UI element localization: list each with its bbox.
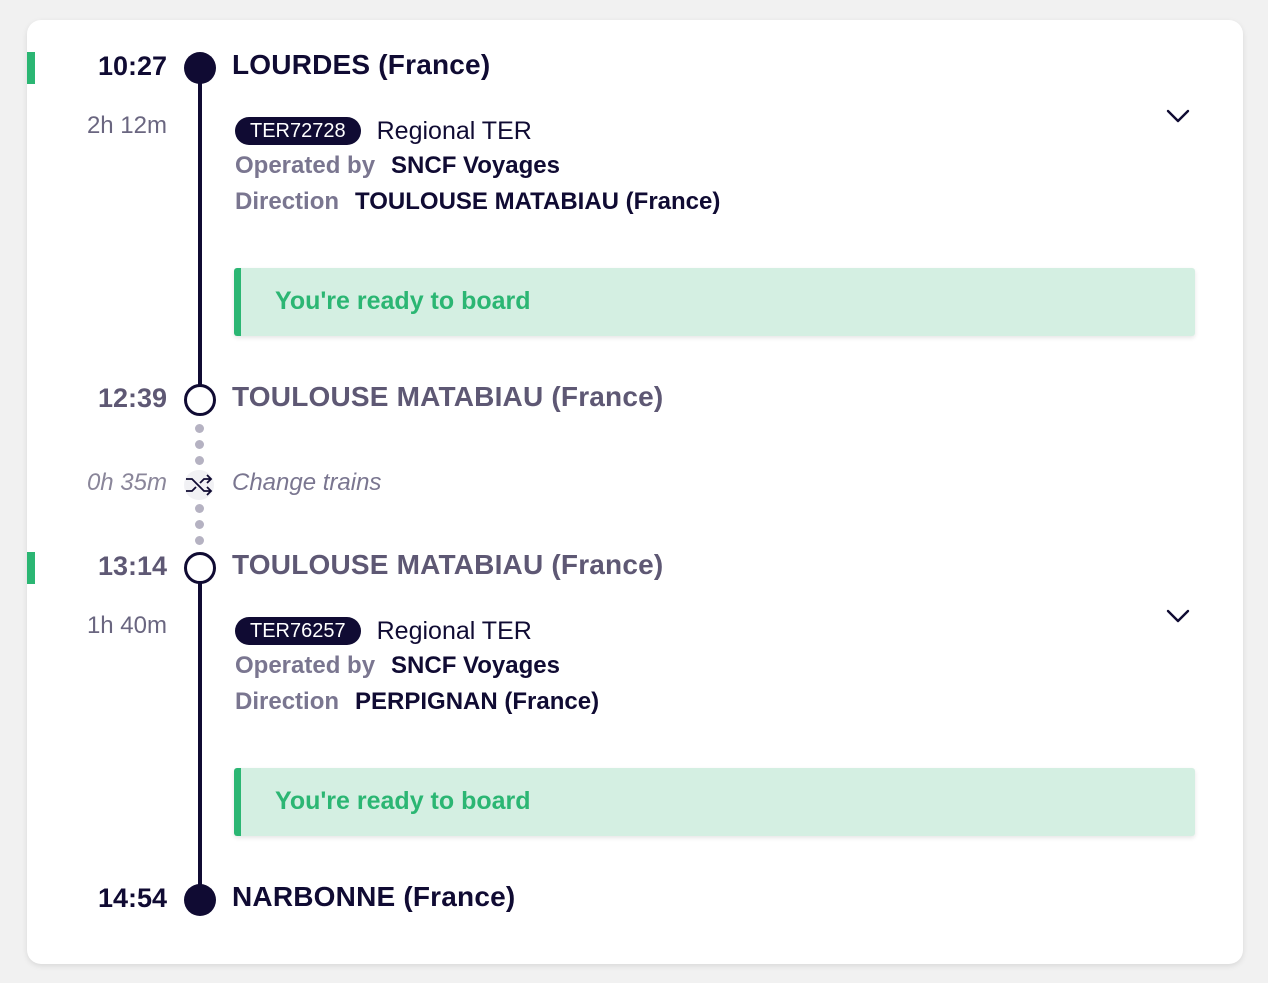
leg-duration: 1h 40m [86,612,167,639]
operated-by-label: Operated by [235,652,376,679]
stop-marker-filled [184,884,216,916]
transfer-dot [195,520,204,529]
operator-row: Operated by SNCF Voyages [235,651,560,681]
arrival-time: 14:54 [97,883,167,913]
boarding-status-banner: You're ready to board [234,768,1195,836]
timeline-line [198,582,202,886]
stop-marker-hollow [184,384,216,416]
direction-value: TOULOUSE MATABIAU (France) [355,188,721,215]
arrival-station: TOULOUSE MATABIAU (France) [232,381,664,412]
transfer-dot [195,440,204,449]
boarding-status-banner: You're ready to board [234,268,1195,336]
direction-label: Direction [235,188,340,215]
train-type: Regional TER [376,616,532,645]
train-info-row: TER72728 Regional TER [235,116,532,146]
boarding-status-text: You're ready to board [275,787,531,815]
transfer-dot [195,456,204,465]
train-type: Regional TER [376,116,532,145]
transfer-dot [195,504,204,513]
shuffle-icon [184,470,214,500]
operated-by-label: Operated by [235,152,376,179]
arrival-time: 12:39 [97,383,167,413]
direction-row: Direction PERPIGNAN (France) [235,687,599,717]
chevron-down-icon[interactable] [1164,606,1192,626]
transfer-dot [195,424,204,433]
direction-label: Direction [235,688,340,715]
direction-row: Direction TOULOUSE MATABIAU (France) [235,187,720,217]
chevron-down-icon[interactable] [1164,106,1192,126]
transfer-duration: 0h 35m [86,469,167,496]
arrival-station: NARBONNE (France) [232,881,516,912]
train-number-badge: TER76257 [235,617,361,645]
timeline-line [198,80,202,386]
train-info-row: TER76257 Regional TER [235,616,532,646]
train-number-badge: TER72728 [235,117,361,145]
boarding-status-text: You're ready to board [275,287,531,315]
operator-name: SNCF Voyages [391,152,560,179]
departure-time: 10:27 [97,51,167,81]
stop-marker-hollow [184,552,216,584]
departure-time: 13:14 [97,551,167,581]
operator-name: SNCF Voyages [391,652,560,679]
leg-duration: 2h 12m [86,112,167,139]
change-trains-label: Change trains [232,469,382,496]
departure-station: LOURDES (France) [232,49,491,80]
direction-value: PERPIGNAN (France) [355,688,600,715]
transfer-dot [195,536,204,545]
operator-row: Operated by SNCF Voyages [235,151,560,181]
departure-station: TOULOUSE MATABIAU (France) [232,549,664,580]
